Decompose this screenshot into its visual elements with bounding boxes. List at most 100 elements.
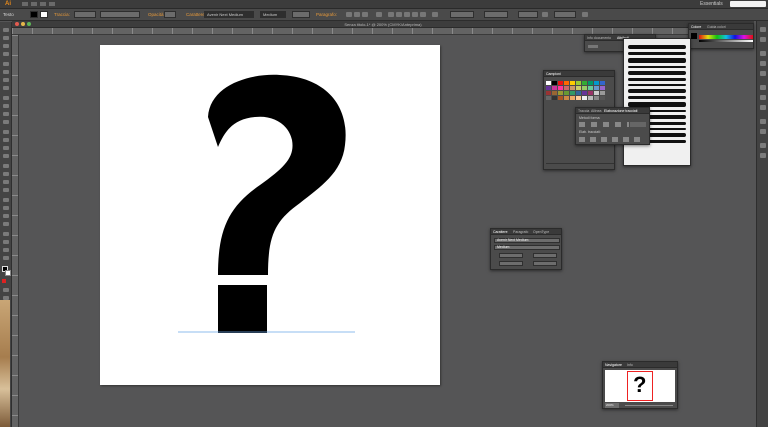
font-size-field[interactable] — [292, 11, 310, 18]
artboards-panel-icon[interactable] — [760, 153, 766, 158]
symbols-panel-icon[interactable] — [760, 71, 766, 76]
tab-color-guide[interactable]: Guida colori — [707, 25, 726, 29]
eyedropper-tool-icon[interactable] — [3, 198, 9, 202]
navigator-zoom-slider[interactable] — [625, 405, 673, 406]
overprint-option[interactable] — [588, 45, 598, 48]
graphic-styles-panel-icon[interactable] — [760, 129, 766, 134]
x-field[interactable] — [450, 11, 474, 18]
reference-point-icon[interactable] — [432, 12, 438, 17]
font-family-select[interactable]: Avenir Next Medium — [204, 11, 254, 18]
swatch-grid[interactable] — [546, 81, 605, 100]
align-center-icon[interactable] — [354, 12, 360, 17]
stroke-label[interactable]: Traccia: — [54, 12, 70, 17]
tab-stroke[interactable]: Traccia — [578, 109, 589, 113]
gradient-tool-icon[interactable] — [3, 188, 9, 192]
leading-input[interactable] — [533, 253, 557, 258]
grayscale-ramp[interactable] — [699, 40, 753, 42]
zoom-tool-icon[interactable] — [3, 256, 9, 260]
direct-selection-tool-icon[interactable] — [3, 36, 9, 40]
search-input[interactable] — [730, 1, 766, 7]
y-field[interactable] — [484, 11, 508, 18]
eraser-tool-icon[interactable] — [3, 120, 9, 124]
color-guide-panel-icon[interactable] — [760, 37, 766, 42]
appearance-panel-icon[interactable] — [760, 119, 766, 124]
expand-button[interactable] — [630, 122, 646, 127]
slice-tool-icon[interactable] — [3, 240, 9, 244]
tab-navigator[interactable]: Navigatore — [605, 363, 622, 367]
align-top-icon[interactable] — [404, 12, 410, 17]
tab-paragraph[interactable]: Paragrafo — [513, 230, 528, 234]
perspective-grid-tool-icon[interactable] — [3, 172, 9, 176]
navigator-preview[interactable]: ? — [605, 370, 675, 402]
align-left-icon[interactable] — [346, 12, 352, 17]
gradient-panel-icon[interactable] — [760, 95, 766, 100]
navigator-zoom-field[interactable]: 200% — [605, 403, 619, 408]
tab-character[interactable]: Carattere — [493, 230, 508, 234]
paintbrush-tool-icon[interactable] — [3, 96, 9, 100]
navigator-view-box[interactable] — [627, 371, 653, 401]
hand-tool-icon[interactable] — [3, 248, 9, 252]
brushes-panel-icon[interactable] — [760, 61, 766, 66]
tab-swatches[interactable]: Campioni — [546, 72, 561, 76]
paragraph-label[interactable]: Paragrafo: — [316, 12, 337, 17]
character-style-select[interactable]: Medium — [494, 245, 560, 250]
color-spectrum[interactable] — [699, 35, 753, 39]
tab-document-info[interactable]: Info documento — [587, 36, 611, 40]
tracking-input[interactable] — [533, 261, 557, 266]
drawing-mode-icon[interactable] — [3, 288, 9, 292]
stroke-swatch[interactable] — [40, 11, 48, 18]
blend-tool-icon[interactable] — [3, 206, 9, 210]
free-transform-tool-icon[interactable] — [3, 154, 9, 158]
color-panel-icon[interactable] — [760, 27, 766, 32]
tab-align[interactable]: Allinea — [591, 109, 602, 113]
tab-opentype[interactable]: OpenType — [533, 230, 549, 234]
layers-panel-icon[interactable] — [760, 143, 766, 148]
swatches-panel-icon[interactable] — [760, 51, 766, 56]
none-color-swatch[interactable] — [2, 279, 6, 283]
scale-tool-icon[interactable] — [3, 138, 9, 142]
character-label[interactable]: Carattere: — [186, 12, 206, 17]
menu-icon[interactable] — [582, 12, 588, 17]
mesh-tool-icon[interactable] — [3, 180, 9, 184]
align-right-icon[interactable] — [362, 12, 368, 17]
pathfinder-buttons[interactable] — [579, 137, 645, 142]
transform-icon[interactable] — [376, 12, 382, 17]
tab-info[interactable]: Info — [627, 363, 633, 367]
tab-color[interactable]: Colore — [691, 25, 701, 29]
selection-tool-icon[interactable] — [3, 28, 9, 32]
tab-pathfinder[interactable]: Elaborazione tracciati — [604, 109, 637, 113]
app-switcher-icons[interactable] — [22, 2, 102, 7]
shape-mode-buttons[interactable] — [579, 122, 629, 127]
link-proportions-icon[interactable] — [542, 12, 548, 17]
font-style-select[interactable]: Medium — [260, 11, 286, 18]
shape-builder-tool-icon[interactable] — [3, 164, 9, 168]
artboard-tool-icon[interactable] — [3, 232, 9, 236]
opacity-label[interactable]: Opacità: — [148, 12, 165, 17]
character-font-select[interactable]: Avenir Next Medium — [494, 238, 560, 243]
vertical-ruler[interactable] — [12, 35, 19, 427]
question-mark-artwork[interactable] — [100, 45, 440, 385]
blob-brush-tool-icon[interactable] — [3, 112, 9, 116]
brush-definition-field[interactable] — [100, 11, 140, 18]
align-middle-icon[interactable] — [412, 12, 418, 17]
lasso-tool-icon[interactable] — [3, 52, 9, 56]
stroke-panel-icon[interactable] — [760, 85, 766, 90]
symbol-sprayer-tool-icon[interactable] — [3, 214, 9, 218]
pencil-tool-icon[interactable] — [3, 104, 9, 108]
color-fill-preview[interactable] — [691, 33, 697, 39]
align-bottom-icon[interactable] — [420, 12, 426, 17]
opacity-field[interactable] — [164, 11, 176, 18]
workspace-switcher[interactable]: Essentials — [700, 1, 723, 7]
pen-tool-icon[interactable] — [3, 62, 9, 66]
height-field[interactable] — [554, 11, 576, 18]
align-objects-icon[interactable] — [388, 12, 394, 17]
kerning-input[interactable] — [499, 261, 523, 266]
stroke-weight-field[interactable] — [74, 11, 96, 18]
fill-swatch[interactable] — [30, 11, 38, 18]
artboard[interactable] — [100, 45, 440, 385]
font-size-input[interactable] — [499, 253, 523, 258]
line-tool-icon[interactable] — [3, 78, 9, 82]
width-tool-icon[interactable] — [3, 146, 9, 150]
stroke-color-swatch[interactable] — [5, 270, 11, 276]
rotate-tool-icon[interactable] — [3, 130, 9, 134]
